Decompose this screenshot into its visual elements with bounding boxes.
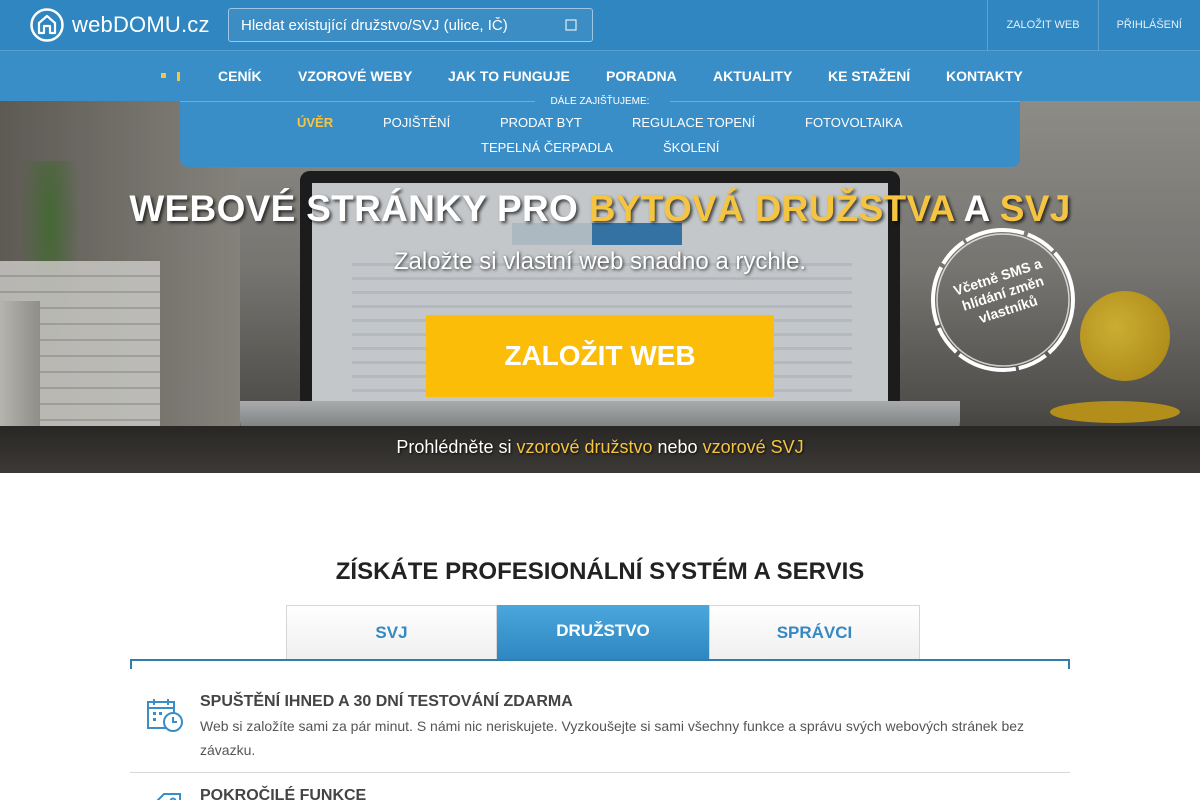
feature-title: POKROČILÉ FUNKCE xyxy=(200,787,367,800)
feature-title: SPUŠTĚNÍ IHNED A 30 DNÍ TESTOVÁNÍ ZDARMA xyxy=(200,693,573,710)
tab-druzstvo[interactable]: DRUŽSTVO xyxy=(497,605,709,660)
logo-text: webDOMU.cz xyxy=(72,12,210,37)
service-link-pojisteni[interactable]: POJIŠTĚNÍ xyxy=(383,115,450,130)
section-title: ZÍSKÁTE PROFESIONÁLNÍ SYSTÉM A SERVIS xyxy=(335,558,865,585)
service-link-regulace-topeni[interactable]: REGULACE TOPENÍ xyxy=(632,115,755,130)
audience-tabs: SVJ DRUŽSTVO SPRÁVCI xyxy=(286,605,920,660)
tab-svj[interactable]: SVJ xyxy=(286,605,497,659)
top-bar: webDOMU.cz ZALOŽIT WEB PŘIHLÁŠENÍ xyxy=(0,0,1200,50)
services-dropdown: DÁLE ZAJIŠŤUJEME: ÚVĚR POJIŠTĚNÍ PRODAT … xyxy=(180,96,1020,167)
top-link-login[interactable]: PŘIHLÁŠENÍ xyxy=(1097,0,1200,50)
tab-content-frame xyxy=(130,659,1070,669)
calendar-clock-icon xyxy=(147,699,183,732)
nav-item-kontakty[interactable]: KONTAKTY xyxy=(946,51,1023,101)
service-link-skoleni[interactable]: ŠKOLENÍ xyxy=(663,140,719,155)
sample-cooperative-link[interactable]: vzorové družstvo xyxy=(516,437,652,457)
sample-svj-link[interactable]: vzorové SVJ xyxy=(703,437,804,457)
divider xyxy=(130,772,1070,773)
nav-item-jak-to-funguje[interactable]: JAK TO FUNGUJE xyxy=(448,51,570,101)
hero-title: WEBOVÉ STRÁNKY PRO BYTOVÁ DRUŽSTVA A SVJ xyxy=(129,188,1071,229)
top-links: ZALOŽIT WEB PŘIHLÁŠENÍ xyxy=(987,0,1200,50)
nav-item-aktuality[interactable]: AKTUALITY xyxy=(713,51,792,101)
search-icon[interactable] xyxy=(564,18,578,32)
service-link-prodat-byt[interactable]: PRODAT BYT xyxy=(500,115,582,130)
service-link-uver[interactable]: ÚVĚR xyxy=(297,115,333,130)
nav-item-ke-stazeni[interactable]: KE STAŽENÍ xyxy=(828,51,910,101)
nav-item-poradna[interactable]: PORADNA xyxy=(606,51,677,101)
create-web-button[interactable]: ZALOŽIT WEB xyxy=(426,315,774,397)
search-box xyxy=(228,8,593,42)
site-logo[interactable]: webDOMU.cz xyxy=(30,8,210,42)
services-heading: DÁLE ZAJIŠŤUJEME: xyxy=(550,96,650,107)
nav-item-cenik[interactable]: CENÍK xyxy=(218,51,262,101)
top-link-create-web[interactable]: ZALOŽIT WEB xyxy=(987,0,1097,50)
feature-description: Web si založíte sami za pár minut. S nám… xyxy=(200,718,1025,758)
house-logo-icon xyxy=(30,8,64,42)
search-input[interactable] xyxy=(229,9,559,41)
hero-sample-links: Prohlédněte si vzorové družstvo nebo vzo… xyxy=(396,437,804,457)
service-link-fotovoltaika[interactable]: FOTOVOLTAIKA xyxy=(805,115,903,130)
tag-icon xyxy=(156,793,181,800)
service-link-tepelna-cerpadla[interactable]: TEPELNÁ ČERPADLA xyxy=(481,140,613,155)
nav-item-vzorove-weby[interactable]: VZOROVÉ WEBY xyxy=(298,51,412,101)
tab-spravci[interactable]: SPRÁVCI xyxy=(709,605,920,659)
main-nav: CENÍK VZOROVÉ WEBY JAK TO FUNGUJE PORADN… xyxy=(0,50,1200,101)
